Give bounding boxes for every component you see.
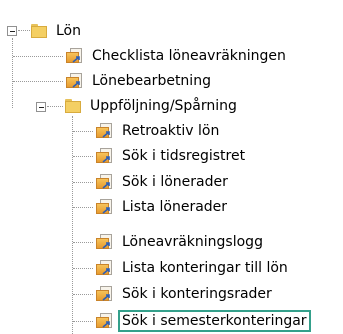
tree-node-label: Sök i konteringsrader: [122, 286, 272, 302]
tree-node-lista-konteringar[interactable]: Lista konteringar till lön: [96, 257, 290, 279]
tree-connector: [72, 116, 73, 334]
tree-connector: [73, 182, 93, 183]
tree-connector: [73, 207, 93, 208]
report-icon: [96, 313, 114, 329]
tree-node-label: Retroaktiv lön: [122, 123, 220, 139]
tree-node-lonebearbetning[interactable]: Lönebearbetning: [66, 70, 213, 92]
tree-node-retroaktiv-lon[interactable]: Retroaktiv lön: [96, 120, 221, 142]
tree-node-label: Sök i tidsregistret: [122, 148, 246, 164]
tree-connector: [13, 56, 63, 57]
tree-node-lon[interactable]: Lön: [30, 20, 83, 42]
tree-connector: [73, 268, 93, 269]
report-icon: [66, 73, 84, 89]
tree-node-label: Lön: [56, 23, 81, 39]
tree-connector: [47, 106, 63, 107]
report-icon: [66, 48, 84, 64]
tree-node-label: Lista lönerader: [122, 199, 228, 215]
tree-connector: [73, 131, 93, 132]
tree-connector: [12, 38, 13, 108]
tree-node-label: Sök i semesterkonteringar: [118, 310, 311, 332]
tree-node-label: Lista konteringar till lön: [122, 260, 288, 276]
tree-node-checklista[interactable]: Checklista löneavräkningen: [66, 45, 288, 67]
tree-node-sok-konteringsrader[interactable]: Sök i konteringsrader: [96, 283, 274, 305]
tree-node-loneavrakningslogg[interactable]: Löneavräkningslogg: [96, 231, 265, 253]
report-icon: [96, 234, 114, 250]
report-icon: [96, 260, 114, 276]
tree-connector: [18, 30, 30, 31]
report-icon: [96, 148, 114, 164]
tree-node-label: Lönebearbetning: [92, 73, 211, 89]
folder-icon: [30, 23, 48, 39]
tree-node-sok-lonerader[interactable]: Sök i lönerader: [96, 171, 230, 193]
collapse-toggle-lon[interactable]: [7, 26, 17, 36]
tree-connector: [73, 242, 93, 243]
tree-connector: [13, 81, 63, 82]
tree-node-label: Checklista löneavräkningen: [92, 48, 286, 64]
tree-node-label: Löneavräkningslogg: [122, 234, 263, 250]
tree-node-sok-semesterkonteringar[interactable]: Sök i semesterkonteringar: [96, 310, 311, 332]
tree-connector: [73, 156, 93, 157]
tree-view: Lön Checklista löneavräkningen Lönebearb…: [0, 0, 343, 334]
report-icon: [96, 174, 114, 190]
folder-icon: [64, 98, 82, 114]
tree-node-label: Uppföljning/Spårning: [90, 98, 237, 114]
tree-node-sok-tidsregistret[interactable]: Sök i tidsregistret: [96, 145, 247, 167]
report-icon: [96, 199, 114, 215]
report-icon: [96, 286, 114, 302]
report-icon: [96, 123, 114, 139]
tree-connector: [73, 321, 93, 322]
tree-node-label: Sök i lönerader: [122, 174, 228, 190]
tree-node-uppfoljning[interactable]: Uppföljning/Spårning: [64, 95, 239, 117]
collapse-toggle-uppfoljning[interactable]: [36, 102, 46, 112]
tree-connector: [73, 294, 93, 295]
tree-node-lista-lonerader[interactable]: Lista lönerader: [96, 196, 229, 218]
